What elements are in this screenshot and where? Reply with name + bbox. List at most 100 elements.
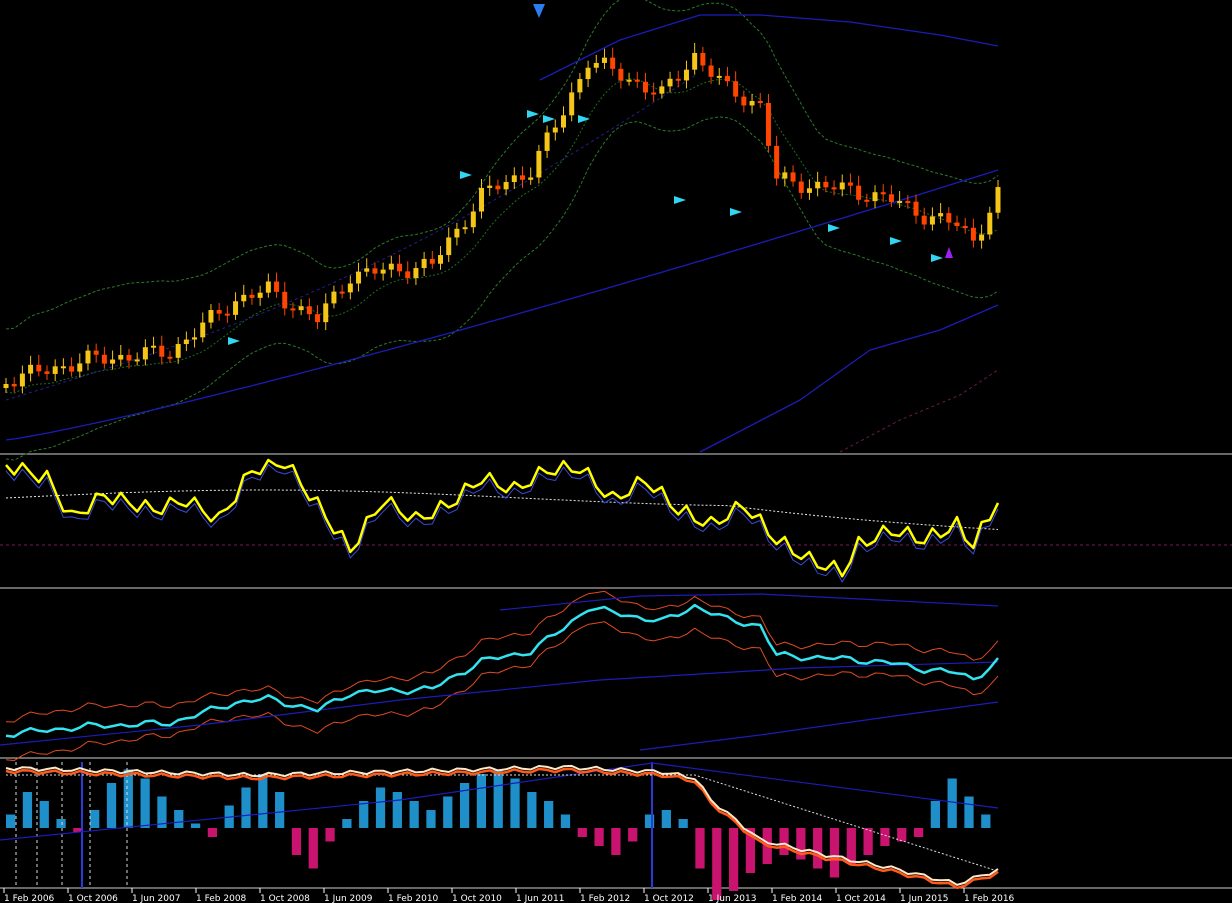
candle-body <box>741 96 747 106</box>
candle-body <box>52 366 58 374</box>
histogram-bar <box>510 778 520 828</box>
candle-body <box>397 263 403 272</box>
histogram-bar <box>493 769 503 828</box>
candle-body <box>905 201 911 204</box>
histogram-bar <box>140 778 150 828</box>
candle-body <box>11 384 17 387</box>
histogram-bar <box>375 787 386 828</box>
histogram-bar <box>560 814 571 828</box>
histogram-bar <box>661 810 671 828</box>
trading-chart[interactable]: 1 Feb 2006 1 Oct 2006 1 Jun 2007 1 Feb 2008… <box>0 0 1232 903</box>
candle-body <box>708 65 714 77</box>
histogram-bar <box>241 787 251 828</box>
time-axis-label: 1 Jun 2015 <box>900 894 948 903</box>
histogram-bar <box>392 792 402 828</box>
candle-body <box>790 172 796 182</box>
candle-body <box>782 172 788 179</box>
candle-body <box>552 127 558 133</box>
histogram-bar <box>829 828 840 878</box>
candle-body <box>683 69 689 81</box>
candle-body <box>749 101 755 106</box>
candle-body <box>265 281 271 293</box>
candle-body <box>938 213 944 217</box>
candle-body <box>995 187 1001 213</box>
candle-body <box>405 271 411 278</box>
candle-body <box>979 234 985 241</box>
candle-body <box>175 344 181 358</box>
histogram-bar <box>123 769 133 828</box>
candle-body <box>716 75 722 78</box>
histogram-bar <box>308 828 318 869</box>
candle-body <box>897 201 903 204</box>
time-axis-label: 1 Feb 2016 <box>964 894 1015 903</box>
candle-body <box>642 81 648 93</box>
histogram-bar <box>56 819 66 828</box>
candle-body <box>733 81 739 97</box>
histogram-bar <box>6 814 16 828</box>
candle-body <box>421 258 427 269</box>
candle-body <box>946 213 952 223</box>
candle-body <box>970 227 976 241</box>
candle-body <box>667 78 673 87</box>
candle-body <box>634 79 640 82</box>
time-axis-label: 1 Feb 2014 <box>772 894 823 903</box>
candle-body <box>487 185 493 188</box>
candle-body <box>249 294 255 298</box>
histogram-bar <box>476 774 487 828</box>
candle-body <box>774 145 780 179</box>
histogram-bar <box>207 828 218 837</box>
histogram-bar <box>39 801 49 828</box>
candle-body <box>134 359 140 362</box>
candle-body <box>85 350 91 364</box>
candle-body <box>93 350 99 355</box>
candle-body <box>757 101 763 104</box>
candle-body <box>954 222 960 226</box>
time-axis-label: 1 Feb 2006 <box>4 894 55 903</box>
candle-body <box>216 310 222 314</box>
candle-body <box>429 258 435 264</box>
histogram-bar <box>577 828 587 837</box>
candle-body <box>3 384 9 388</box>
candle-body <box>888 194 894 202</box>
candle-body <box>77 363 83 372</box>
candle-body <box>60 366 66 369</box>
histogram-bar <box>342 819 352 828</box>
candle-body <box>380 269 386 274</box>
candle-body <box>626 79 632 82</box>
histogram-bar <box>678 819 688 828</box>
candle-body <box>151 345 157 348</box>
histogram-bar <box>981 814 991 828</box>
candle-body <box>495 185 501 190</box>
time-axis-label: 1 Jun 2009 <box>324 894 373 903</box>
candle-body <box>700 52 706 66</box>
candle-body <box>192 337 198 340</box>
histogram-bar <box>712 828 722 900</box>
histogram-bar <box>544 801 554 828</box>
candle-body <box>44 371 50 374</box>
candle-body <box>274 281 280 292</box>
histogram-bar <box>106 783 117 828</box>
candle-body <box>306 306 312 315</box>
time-axis-label: 1 Oct 2006 <box>68 894 118 903</box>
candle-body <box>126 354 132 361</box>
candle-body <box>831 187 837 190</box>
time-axis-label: 1 Feb 2012 <box>580 894 630 903</box>
histogram-bar <box>291 828 302 855</box>
histogram-bar <box>913 828 924 837</box>
histogram-bar <box>880 828 890 846</box>
histogram-bar <box>258 774 268 828</box>
candle-body <box>519 175 525 180</box>
time-axis-label: 1 Jun 2013 <box>708 894 756 903</box>
candle-body <box>36 364 42 372</box>
candle-body <box>823 181 829 188</box>
candle-body <box>298 306 304 311</box>
candle-body <box>724 75 730 82</box>
time-axis-label: 1 Jun 2007 <box>132 894 180 903</box>
candle-body <box>233 301 239 315</box>
candle-body <box>585 67 591 80</box>
histogram-bar <box>443 796 453 828</box>
candle-body <box>462 227 468 230</box>
histogram-bar <box>90 810 100 828</box>
histogram-bar <box>947 778 957 828</box>
candle-body <box>610 57 616 69</box>
